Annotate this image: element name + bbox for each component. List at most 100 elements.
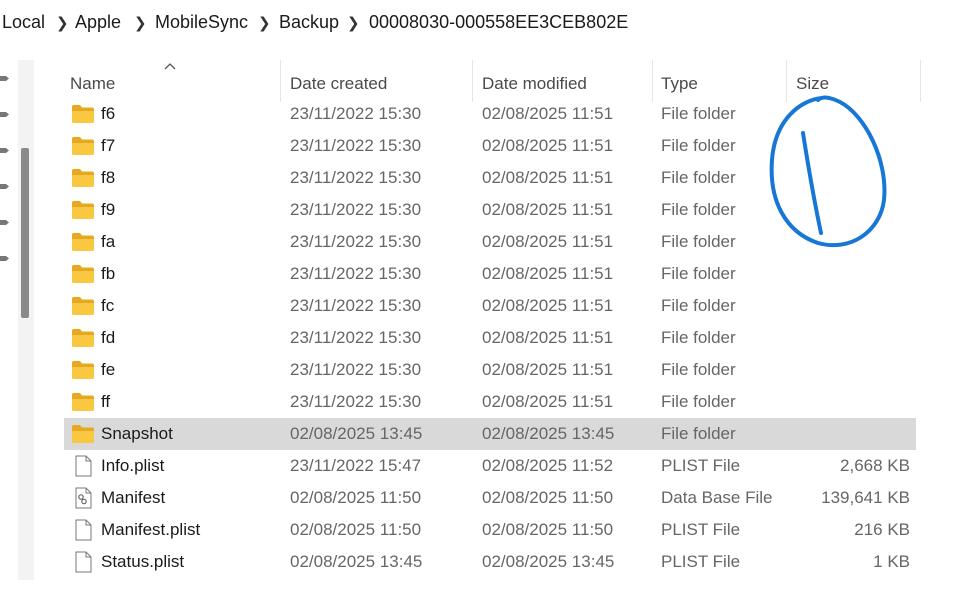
- file-name: f8: [101, 168, 116, 187]
- table-row[interactable]: f6 23/11/2022 15:30 02/08/2025 11:51 File f…: [64, 98, 916, 130]
- breadcrumb-item-local[interactable]: Local: [2, 12, 45, 33]
- file-name: Manifest: [101, 488, 166, 507]
- column-date-modified[interactable]: Date modified: [482, 74, 587, 94]
- date-created: 23/11/2022 15:30: [290, 328, 422, 347]
- date-modified: 02/08/2025 11:50: [482, 488, 614, 507]
- date-modified: 02/08/2025 11:51: [482, 136, 614, 155]
- folder-icon: [71, 391, 95, 413]
- date-modified: 02/08/2025 11:51: [482, 328, 614, 347]
- folder-icon: [71, 135, 95, 157]
- file-size: 139,641 KB: [821, 488, 910, 507]
- folder-icon: [71, 199, 95, 221]
- file-name: f6: [101, 104, 116, 123]
- column-type[interactable]: Type: [661, 74, 698, 94]
- table-row[interactable]: Status.plist 02/08/2025 13:45 02/08/2025 1…: [64, 546, 916, 578]
- date-created: 23/11/2022 15:30: [290, 232, 422, 251]
- file-icon: [71, 551, 95, 573]
- file-type: File folder: [661, 264, 736, 283]
- table-row[interactable]: fe 23/11/2022 15:30 02/08/2025 11:51 File f…: [64, 354, 916, 386]
- file-name: ff: [101, 392, 111, 411]
- file-name: f7: [101, 136, 116, 155]
- table-row[interactable]: f8 23/11/2022 15:30 02/08/2025 11:51 File f…: [64, 162, 916, 194]
- column-name[interactable]: Name: [70, 74, 115, 94]
- column-size[interactable]: Size: [796, 74, 829, 94]
- date-modified: 02/08/2025 11:52: [482, 456, 614, 475]
- date-modified: 02/08/2025 11:51: [482, 392, 614, 411]
- date-created: 02/08/2025 11:50: [290, 520, 422, 539]
- file-type: File folder: [661, 200, 736, 219]
- column-divider[interactable]: [280, 60, 281, 102]
- date-created: 02/08/2025 13:45: [290, 552, 423, 571]
- file-type: PLIST File: [661, 552, 741, 571]
- column-divider[interactable]: [920, 60, 921, 102]
- date-created: 23/11/2022 15:30: [290, 168, 422, 187]
- pin-icon: [0, 74, 9, 83]
- sort-ascending-icon: [163, 58, 177, 76]
- date-created: 23/11/2022 15:30: [290, 104, 422, 123]
- breadcrumb-item-apple[interactable]: Apple: [75, 12, 121, 33]
- pin-icon: [0, 254, 9, 263]
- folder-icon: [71, 295, 95, 317]
- file-type: File folder: [661, 232, 736, 251]
- database-file-icon: [71, 487, 95, 509]
- folder-icon: [71, 167, 95, 189]
- date-created: 02/08/2025 13:45: [290, 424, 423, 443]
- file-name: fd: [101, 328, 116, 347]
- chevron-right-icon[interactable]: ❯: [347, 14, 360, 32]
- column-date-created[interactable]: Date created: [290, 74, 387, 94]
- file-name: fe: [101, 360, 116, 379]
- file-name: Info.plist: [101, 456, 165, 475]
- file-name: fa: [101, 232, 116, 251]
- file-name: fb: [101, 264, 116, 283]
- date-created: 23/11/2022 15:47: [290, 456, 422, 475]
- chevron-right-icon[interactable]: ❯: [258, 14, 271, 32]
- date-modified: 02/08/2025 11:51: [482, 104, 614, 123]
- chevron-right-icon[interactable]: ❯: [56, 14, 69, 32]
- table-row[interactable]: fd 23/11/2022 15:30 02/08/2025 11:51 File f…: [64, 322, 916, 354]
- table-row[interactable]: fc 23/11/2022 15:30 02/08/2025 11:51 File f…: [64, 290, 916, 322]
- file-type: File folder: [661, 136, 736, 155]
- column-divider[interactable]: [786, 60, 787, 102]
- file-type: File folder: [661, 296, 736, 315]
- file-name: Manifest.plist: [101, 520, 201, 539]
- table-row[interactable]: Manifest 02/08/2025 11:50 02/08/2025 11:50…: [64, 482, 916, 514]
- date-modified: 02/08/2025 11:51: [482, 232, 614, 251]
- file-type: File folder: [661, 328, 736, 347]
- scrollbar-thumb[interactable]: [21, 148, 29, 318]
- file-name: Snapshot: [101, 424, 173, 443]
- table-row[interactable]: fb 23/11/2022 15:30 02/08/2025 11:51 File f…: [64, 258, 916, 290]
- table-row[interactable]: f7 23/11/2022 15:30 02/08/2025 11:51 File f…: [64, 130, 916, 162]
- file-type: File folder: [661, 168, 736, 187]
- column-divider[interactable]: [472, 60, 473, 102]
- breadcrumb-item-device-folder[interactable]: 00008030-000558EE3CEB802E: [369, 12, 628, 33]
- table-row[interactable]: Info.plist 23/11/2022 15:47 02/08/2025 11:…: [64, 450, 916, 482]
- file-icon: [71, 455, 95, 477]
- date-modified: 02/08/2025 11:51: [482, 168, 614, 187]
- file-type: Data Base File: [661, 488, 773, 507]
- table-row[interactable]: f9 23/11/2022 15:30 02/08/2025 11:51 File f…: [64, 194, 916, 226]
- date-modified: 02/08/2025 13:45: [482, 552, 615, 571]
- chevron-right-icon[interactable]: ❯: [134, 14, 147, 32]
- date-modified: 02/08/2025 11:50: [482, 520, 614, 539]
- breadcrumb-item-mobilesync[interactable]: MobileSync: [155, 12, 248, 33]
- date-modified: 02/08/2025 13:45: [482, 424, 615, 443]
- date-created: 02/08/2025 11:50: [290, 488, 422, 507]
- column-header: Name Date created Date modified Type Siz…: [64, 58, 954, 102]
- table-row[interactable]: ff 23/11/2022 15:30 02/08/2025 11:51 File f…: [64, 386, 916, 418]
- file-size: 1 KB: [873, 552, 910, 571]
- table-row-selected[interactable]: Snapshot 02/08/2025 13:45 02/08/2025 13:45…: [64, 418, 916, 450]
- column-divider[interactable]: [652, 60, 653, 102]
- file-size: 2,668 KB: [840, 456, 910, 475]
- file-name: fc: [101, 296, 115, 315]
- pin-icon: [0, 110, 9, 119]
- date-modified: 02/08/2025 11:51: [482, 200, 614, 219]
- breadcrumb: Local ❯ Apple ❯ MobileSync ❯ Backup ❯ 00…: [0, 0, 954, 46]
- folder-icon: [71, 359, 95, 381]
- date-modified: 02/08/2025 11:51: [482, 296, 614, 315]
- folder-icon: [71, 327, 95, 349]
- nav-scrollbar[interactable]: [18, 60, 34, 580]
- folder-icon: [71, 423, 95, 445]
- table-row[interactable]: fa 23/11/2022 15:30 02/08/2025 11:51 File f…: [64, 226, 916, 258]
- breadcrumb-item-backup[interactable]: Backup: [279, 12, 339, 33]
- table-row[interactable]: Manifest.plist 02/08/2025 11:50 02/08/2025…: [64, 514, 916, 546]
